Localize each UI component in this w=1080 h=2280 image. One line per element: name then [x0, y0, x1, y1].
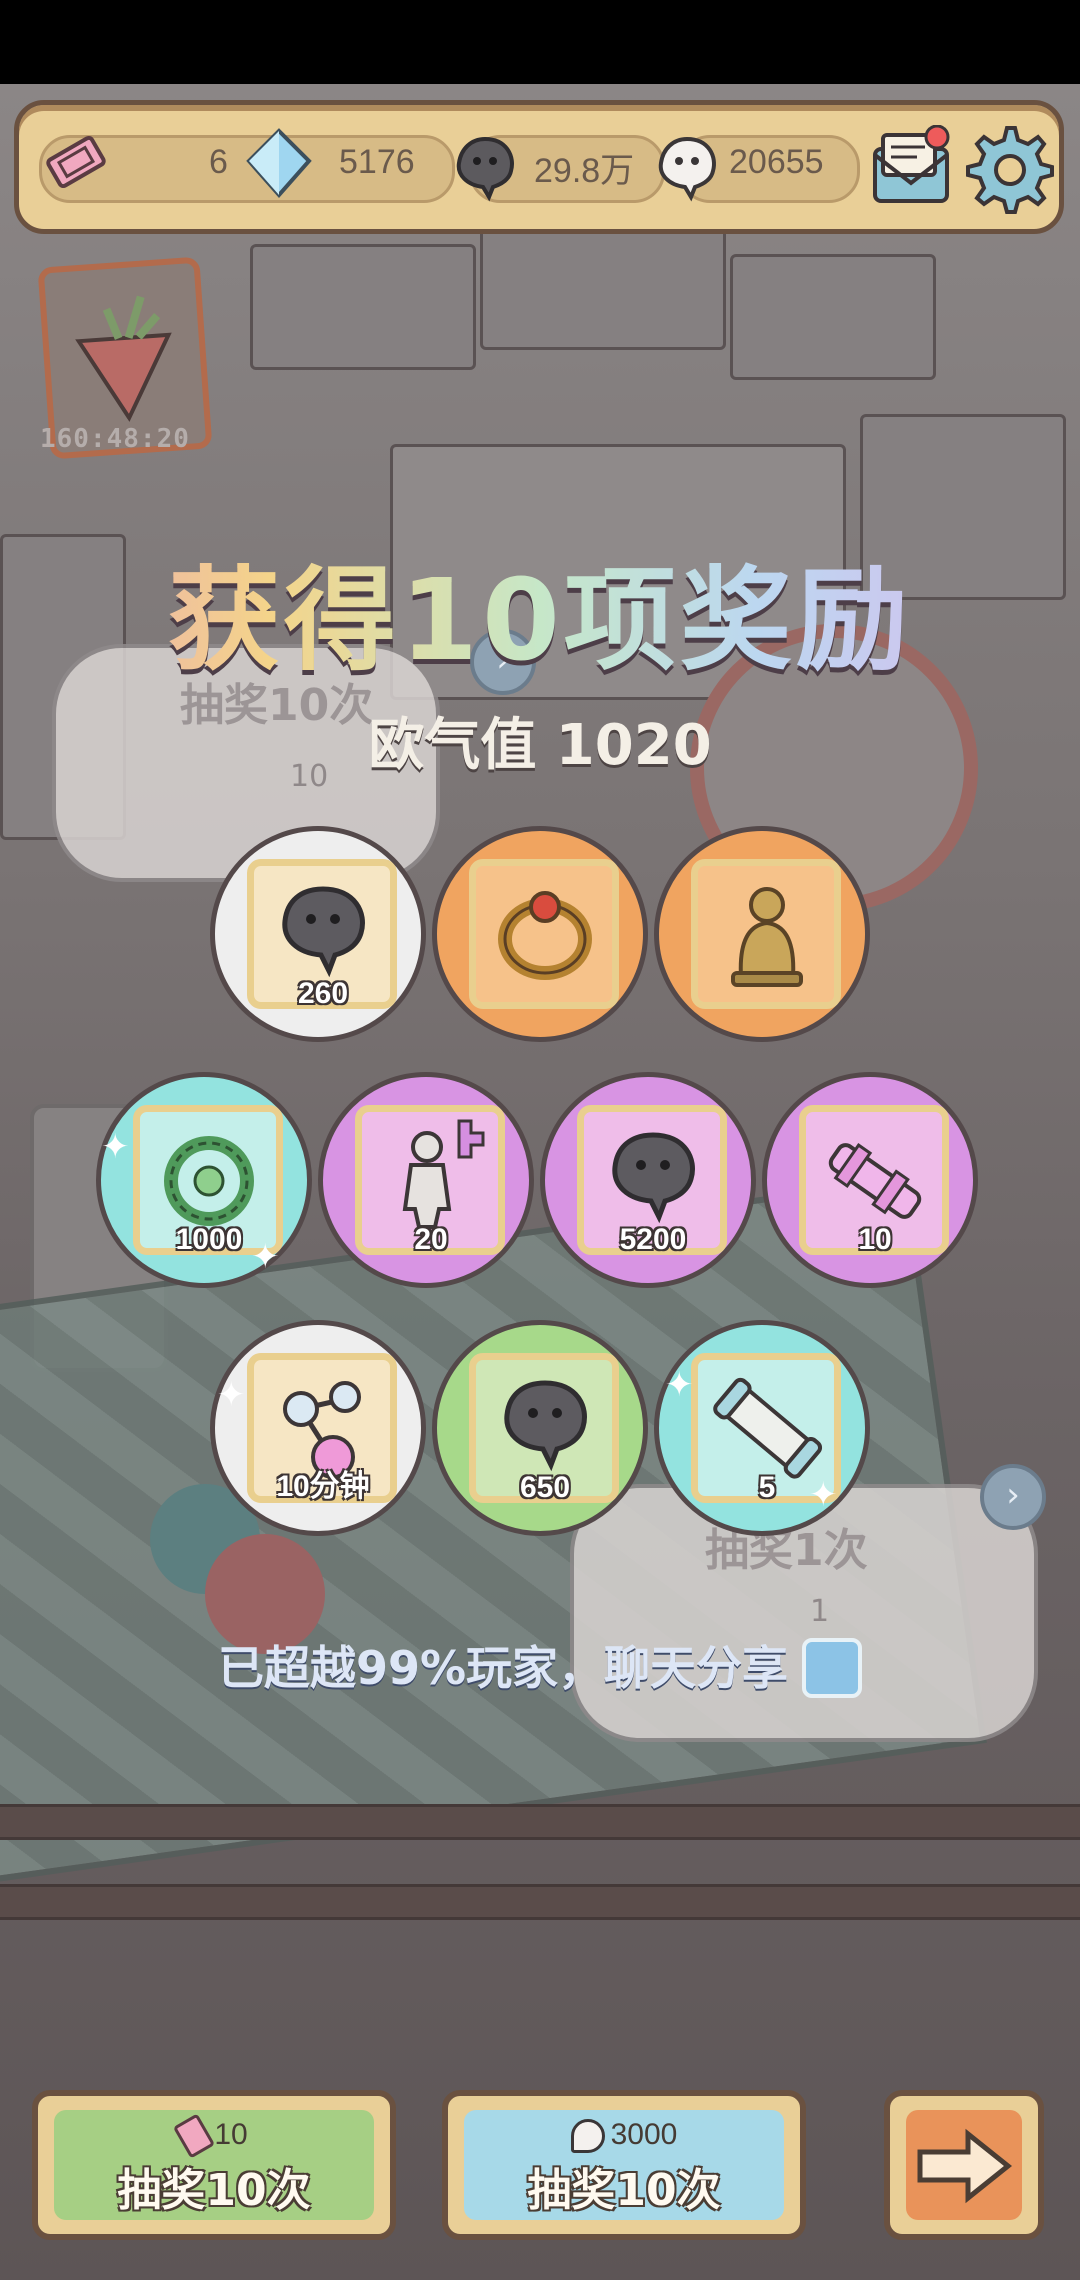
reward-molecule[interactable]: 10分钟 ✦	[210, 1320, 426, 1536]
draw-ten-spirit-button[interactable]: 3000 抽奖10次	[442, 2090, 806, 2240]
arrow-right-icon	[917, 2128, 1013, 2204]
share-icon[interactable]	[802, 1637, 863, 1698]
light-spirit-icon	[570, 2119, 605, 2154]
statue-icon	[731, 887, 803, 987]
ring-icon	[498, 891, 592, 980]
status-bar	[0, 0, 1080, 84]
dark-spirit-count: 29.8万	[534, 152, 635, 190]
reward-telescope[interactable]: 10	[762, 1072, 978, 1288]
light-spirit-icon	[658, 136, 716, 202]
reward-wreath[interactable]: 1000 ✦ ✦	[96, 1072, 312, 1288]
luck-value: 欧气值 1020	[368, 713, 712, 778]
reward-count: 10分钟	[276, 1470, 370, 1503]
reward-count: 5200	[619, 1223, 687, 1256]
reward-scroll[interactable]: 5 ✦ ✦	[654, 1320, 870, 1536]
light-spirit-count: 20655	[729, 143, 824, 181]
reward-title: 获得10项奖励	[0, 530, 1080, 692]
sparkle-icon: ✦	[665, 1365, 694, 1405]
draw-ticket-label: 抽奖10次	[117, 2165, 311, 2216]
dark-spirit-icon	[456, 136, 514, 202]
draw-spirit-label: 抽奖10次	[527, 2165, 721, 2216]
share-text: 已超越99%玩家，聊天分享	[217, 1641, 789, 1695]
reward-count: 20	[414, 1223, 448, 1256]
reward-cupid-statue[interactable]: 20	[318, 1072, 534, 1288]
gear-icon[interactable]	[965, 125, 1055, 215]
sparkle-icon: ✦	[217, 1375, 246, 1415]
ticket-icon	[46, 135, 106, 189]
reward-count: 5	[758, 1471, 776, 1504]
draw-ten-ticket-button[interactable]: 10 抽奖10次	[32, 2090, 396, 2240]
ticket-icon	[173, 2113, 216, 2159]
sparkle-icon: ✦	[809, 1475, 838, 1515]
bg-draw1-cost: 1	[810, 1594, 830, 1629]
ticket-count: 6	[209, 143, 228, 181]
mail-icon[interactable]	[869, 125, 955, 211]
gem-icon	[246, 128, 312, 199]
gem-count: 5176	[339, 143, 415, 181]
reward-count: 1000	[175, 1223, 243, 1256]
draw-spirit-cost: 3000	[610, 2118, 678, 2151]
reward-statue[interactable]	[654, 826, 870, 1042]
sparkle-icon: ✦	[101, 1127, 130, 1167]
next-button[interactable]	[884, 2090, 1044, 2240]
reward-spirit-blob[interactable]: 260	[210, 826, 426, 1042]
reward-count: 260	[297, 977, 349, 1010]
sparkle-icon: ✦	[251, 1237, 280, 1277]
bg-arrow-right-icon: ›	[980, 1464, 1046, 1530]
event-timer: 160:48:20	[40, 424, 190, 454]
share-row[interactable]: 已超越99%玩家，聊天分享	[0, 1632, 1080, 1702]
reward-ring[interactable]	[432, 826, 648, 1042]
reward-spirit-blob[interactable]: 5200	[540, 1072, 756, 1288]
reward-spirit-blob[interactable]: 650	[432, 1320, 648, 1536]
draw-ticket-cost: 10	[214, 2118, 248, 2151]
reward-count: 10	[858, 1223, 892, 1256]
reward-count: 650	[519, 1471, 571, 1504]
currency-bar: 6 5176 29.8万 20655	[14, 100, 1064, 234]
